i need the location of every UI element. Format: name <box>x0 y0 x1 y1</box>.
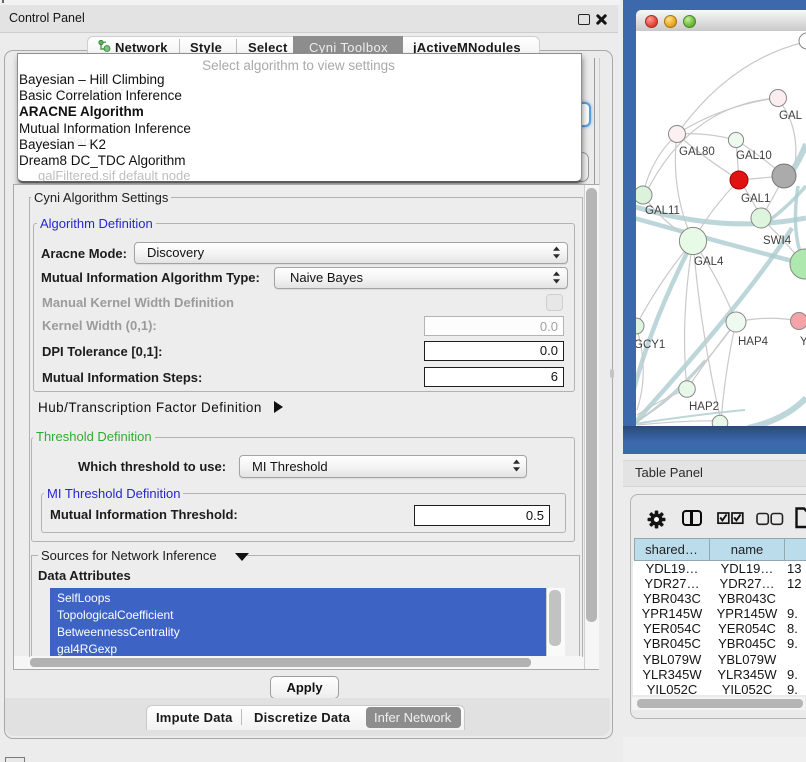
svg-text:HAP2: HAP2 <box>689 401 719 413</box>
svg-text:GCY1: GCY1 <box>636 339 665 351</box>
svg-text:Y: Y <box>800 336 806 348</box>
svg-text:GAL: GAL <box>779 110 803 122</box>
svg-text:SWI4: SWI4 <box>763 235 792 247</box>
svg-text:GAL4: GAL4 <box>694 256 724 268</box>
svg-text:GAL1: GAL1 <box>741 193 770 205</box>
svg-text:GAL11: GAL11 <box>645 205 680 217</box>
svg-text:GAL10: GAL10 <box>736 150 772 162</box>
svg-text:HAP4: HAP4 <box>738 336 769 348</box>
svg-text:GAL80: GAL80 <box>679 146 715 158</box>
